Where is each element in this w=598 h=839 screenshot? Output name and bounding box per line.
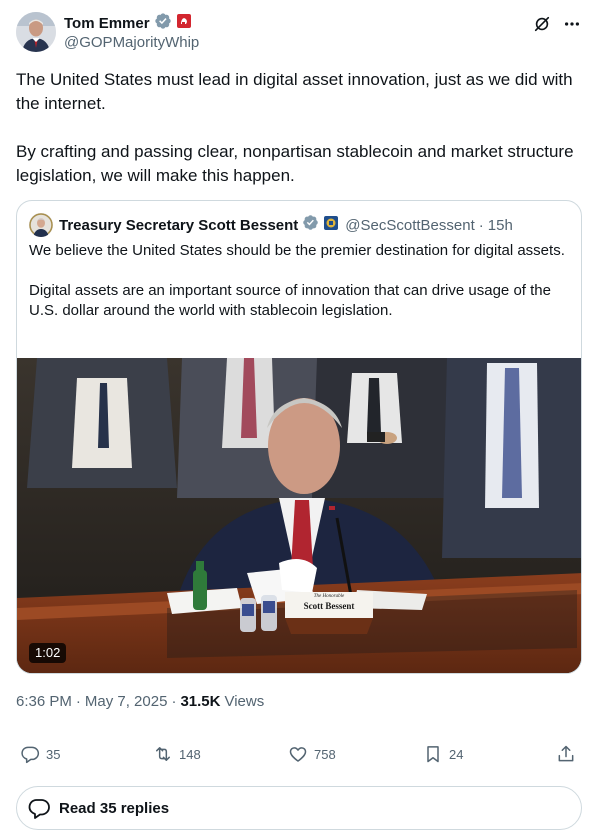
bookmark-icon	[427, 746, 439, 763]
author-name[interactable]: Tom Emmer	[64, 15, 150, 32]
grok-icon[interactable]	[532, 14, 552, 34]
repost-button[interactable]: 148	[153, 740, 201, 768]
separator-dot: ·	[478, 216, 484, 234]
nameplate-name: Scott Bessent	[303, 601, 355, 611]
author-handle[interactable]: @GOPMajorityWhip	[64, 34, 199, 51]
bookmark-count: 24	[449, 746, 464, 762]
post-date[interactable]: May 7, 2025	[85, 693, 168, 710]
repost-icon	[156, 747, 170, 761]
nameplate: The Honorable Scott Bessent	[285, 594, 373, 612]
more-options-icon[interactable]	[562, 14, 582, 34]
views-count: 31.5K	[180, 693, 221, 710]
share-button[interactable]	[556, 740, 576, 768]
quoted-tweet[interactable]: Treasury Secretary Scott Bessent @SecSco…	[16, 200, 582, 674]
reply-count: 35	[46, 746, 61, 762]
quoted-paragraph: Digital assets are an important source o…	[29, 282, 551, 319]
share-icon	[558, 745, 574, 762]
quoted-author-handle[interactable]: @SecScottBessent	[345, 217, 474, 234]
author-avatar[interactable]	[16, 12, 56, 52]
action-bar: 35 148 758 24	[16, 740, 582, 768]
like-count: 758	[314, 746, 336, 762]
video-player[interactable]: The Honorable Scott Bessent 1:02	[17, 358, 581, 673]
tweet-text: The United States must lead in digital a…	[16, 68, 582, 188]
separator-dot: ·	[171, 693, 177, 710]
read-replies-label: Read 35 replies	[59, 799, 170, 817]
tweet-paragraph: The United States must lead in digital a…	[16, 70, 573, 113]
like-button[interactable]: 758	[288, 740, 336, 768]
quoted-paragraph: We believe the United States should be t…	[29, 242, 565, 259]
verified-badge-icon	[154, 12, 172, 35]
heart-icon	[289, 747, 307, 762]
affiliate-badge-icon[interactable]	[176, 13, 192, 34]
quoted-author-name[interactable]: Treasury Secretary Scott Bessent	[59, 217, 298, 234]
reply-bubble-icon	[28, 799, 50, 819]
read-replies-button[interactable]: Read 35 replies	[16, 786, 582, 830]
separator-dot: ·	[75, 693, 81, 710]
verified-badge-icon	[302, 214, 319, 236]
repost-count: 148	[179, 746, 201, 762]
video-duration: 1:02	[29, 643, 67, 663]
reply-button[interactable]: 35	[20, 740, 60, 768]
tweet-header: Tom Emmer @GOPMajorityWhip	[16, 12, 582, 54]
video-frame	[17, 358, 581, 673]
views-label: Views	[224, 693, 265, 710]
reply-icon	[21, 746, 40, 764]
treasury-affiliate-badge-icon[interactable]	[323, 215, 339, 236]
tweet-paragraph: By crafting and passing clear, nonpartis…	[16, 142, 574, 185]
post-time[interactable]: 6:36 PM	[16, 693, 72, 710]
bookmark-button[interactable]: 24	[423, 740, 463, 768]
quoted-text: We believe the United States should be t…	[29, 241, 571, 321]
quoted-timestamp[interactable]: 15h	[488, 217, 513, 234]
quoted-author-avatar[interactable]	[29, 213, 53, 237]
tweet-meta: 6:36 PM · May 7, 2025 · 31.5K Views	[16, 693, 264, 710]
